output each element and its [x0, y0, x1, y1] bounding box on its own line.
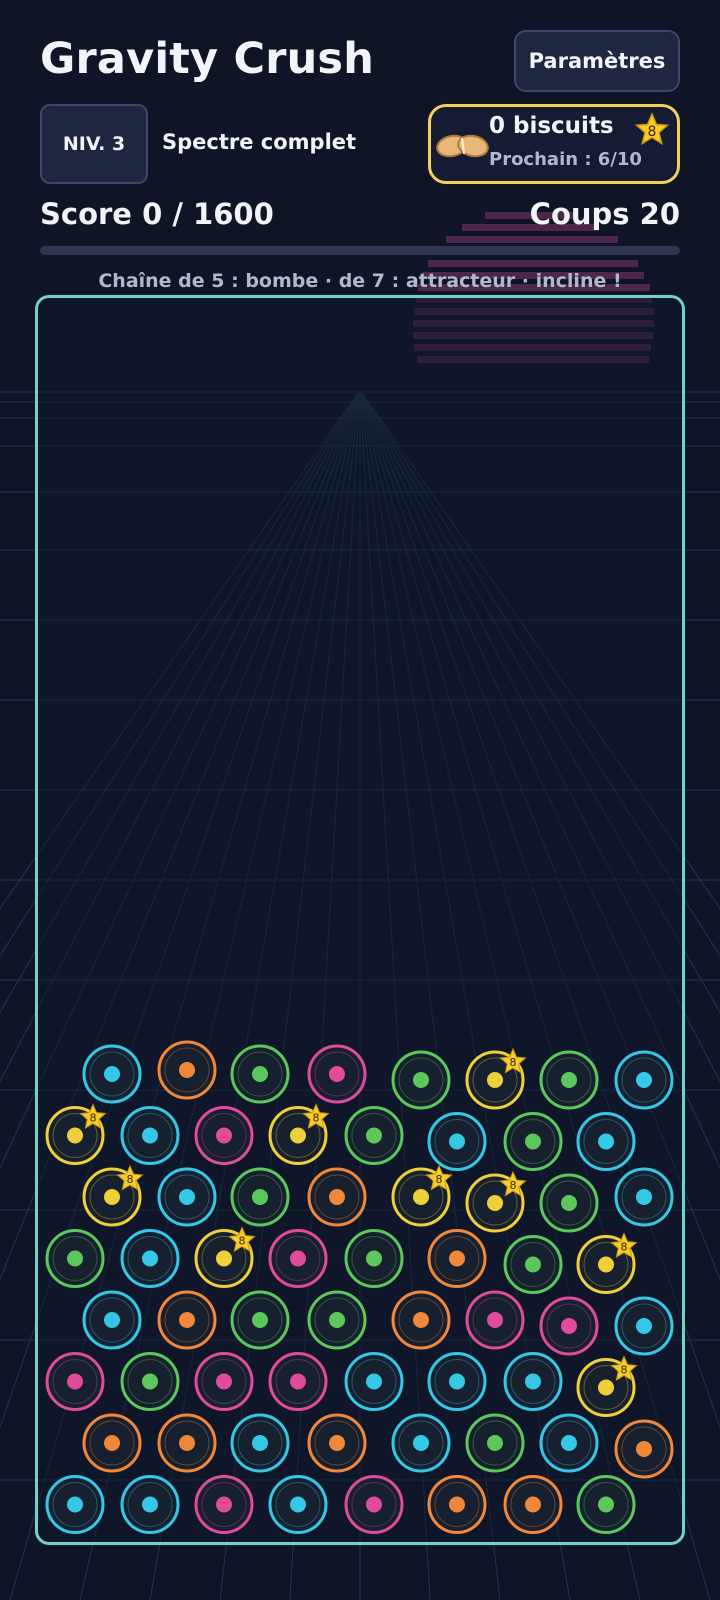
orange-ball[interactable]: [503, 1475, 563, 1534]
green-ball[interactable]: [344, 1106, 404, 1165]
cyan-ball[interactable]: [230, 1413, 290, 1473]
cyan-ball[interactable]: [503, 1352, 563, 1411]
pink-ball[interactable]: [268, 1352, 328, 1411]
orange-ball[interactable]: [157, 1290, 217, 1350]
cyan-ball[interactable]: [45, 1475, 105, 1534]
green-ball[interactable]: [230, 1044, 290, 1104]
cyan-ball[interactable]: [82, 1044, 142, 1104]
orange-ball[interactable]: [307, 1167, 367, 1227]
pink-ball[interactable]: [45, 1352, 105, 1411]
green-ball[interactable]: [465, 1413, 525, 1473]
star-value: 8: [239, 1235, 246, 1248]
pink-ball[interactable]: [539, 1296, 599, 1356]
orange-ball[interactable]: [391, 1290, 451, 1350]
ball-layer[interactable]: 8 8 8 8 8 8 8 8 8: [0, 0, 720, 1600]
green-ball[interactable]: [307, 1290, 367, 1350]
yellow-ball-star[interactable]: 8: [576, 1355, 638, 1417]
orange-ball[interactable]: [157, 1040, 217, 1100]
yellow-ball-star[interactable]: 8: [465, 1047, 527, 1110]
pink-ball[interactable]: [268, 1229, 328, 1288]
yellow-ball-star[interactable]: 8: [82, 1164, 144, 1227]
yellow-ball-star[interactable]: 8: [576, 1232, 638, 1294]
orange-ball[interactable]: [157, 1413, 217, 1473]
yellow-ball-star[interactable]: 8: [268, 1103, 330, 1165]
star-value: 8: [436, 1173, 443, 1186]
cyan-ball[interactable]: [614, 1296, 674, 1356]
pink-ball[interactable]: [194, 1475, 254, 1534]
orange-ball[interactable]: [614, 1419, 674, 1479]
green-ball[interactable]: [230, 1167, 290, 1227]
yellow-ball-star[interactable]: 8: [194, 1226, 256, 1288]
green-ball[interactable]: [391, 1050, 451, 1110]
pink-ball[interactable]: [194, 1352, 254, 1411]
green-ball[interactable]: [503, 1112, 563, 1171]
orange-ball[interactable]: [427, 1475, 487, 1534]
star-value: 8: [127, 1173, 134, 1186]
cyan-ball[interactable]: [427, 1112, 487, 1171]
cyan-ball[interactable]: [157, 1167, 217, 1227]
yellow-ball-star[interactable]: 8: [45, 1103, 107, 1165]
green-ball[interactable]: [539, 1173, 599, 1233]
green-ball[interactable]: [120, 1352, 180, 1411]
cyan-ball[interactable]: [614, 1050, 674, 1110]
green-ball[interactable]: [503, 1235, 563, 1294]
green-ball[interactable]: [45, 1229, 105, 1288]
green-ball[interactable]: [230, 1290, 290, 1350]
yellow-ball-star[interactable]: 8: [465, 1170, 527, 1233]
green-ball[interactable]: [344, 1229, 404, 1288]
pink-ball[interactable]: [465, 1290, 525, 1350]
green-ball[interactable]: [539, 1050, 599, 1110]
cyan-ball[interactable]: [539, 1413, 599, 1473]
pink-ball[interactable]: [194, 1106, 254, 1165]
cyan-ball[interactable]: [427, 1352, 487, 1411]
cyan-ball[interactable]: [576, 1112, 636, 1171]
cyan-ball[interactable]: [120, 1475, 180, 1534]
cyan-ball[interactable]: [391, 1413, 451, 1473]
orange-ball[interactable]: [82, 1413, 142, 1473]
star-value: 8: [510, 1179, 517, 1192]
cyan-ball[interactable]: [268, 1475, 328, 1534]
cyan-ball[interactable]: [120, 1229, 180, 1288]
pink-ball[interactable]: [344, 1475, 404, 1534]
orange-ball[interactable]: [427, 1229, 487, 1288]
star-value: 8: [621, 1364, 628, 1377]
pink-ball[interactable]: [307, 1044, 367, 1104]
green-ball[interactable]: [576, 1475, 636, 1534]
cyan-ball[interactable]: [614, 1167, 674, 1227]
star-value: 8: [510, 1056, 517, 1069]
cyan-ball[interactable]: [82, 1290, 142, 1350]
orange-ball[interactable]: [307, 1413, 367, 1473]
cyan-ball[interactable]: [344, 1352, 404, 1411]
star-value: 8: [90, 1112, 97, 1125]
yellow-ball-star[interactable]: 8: [391, 1164, 453, 1227]
cyan-ball[interactable]: [120, 1106, 180, 1165]
star-value: 8: [313, 1112, 320, 1125]
star-value: 8: [621, 1241, 628, 1254]
